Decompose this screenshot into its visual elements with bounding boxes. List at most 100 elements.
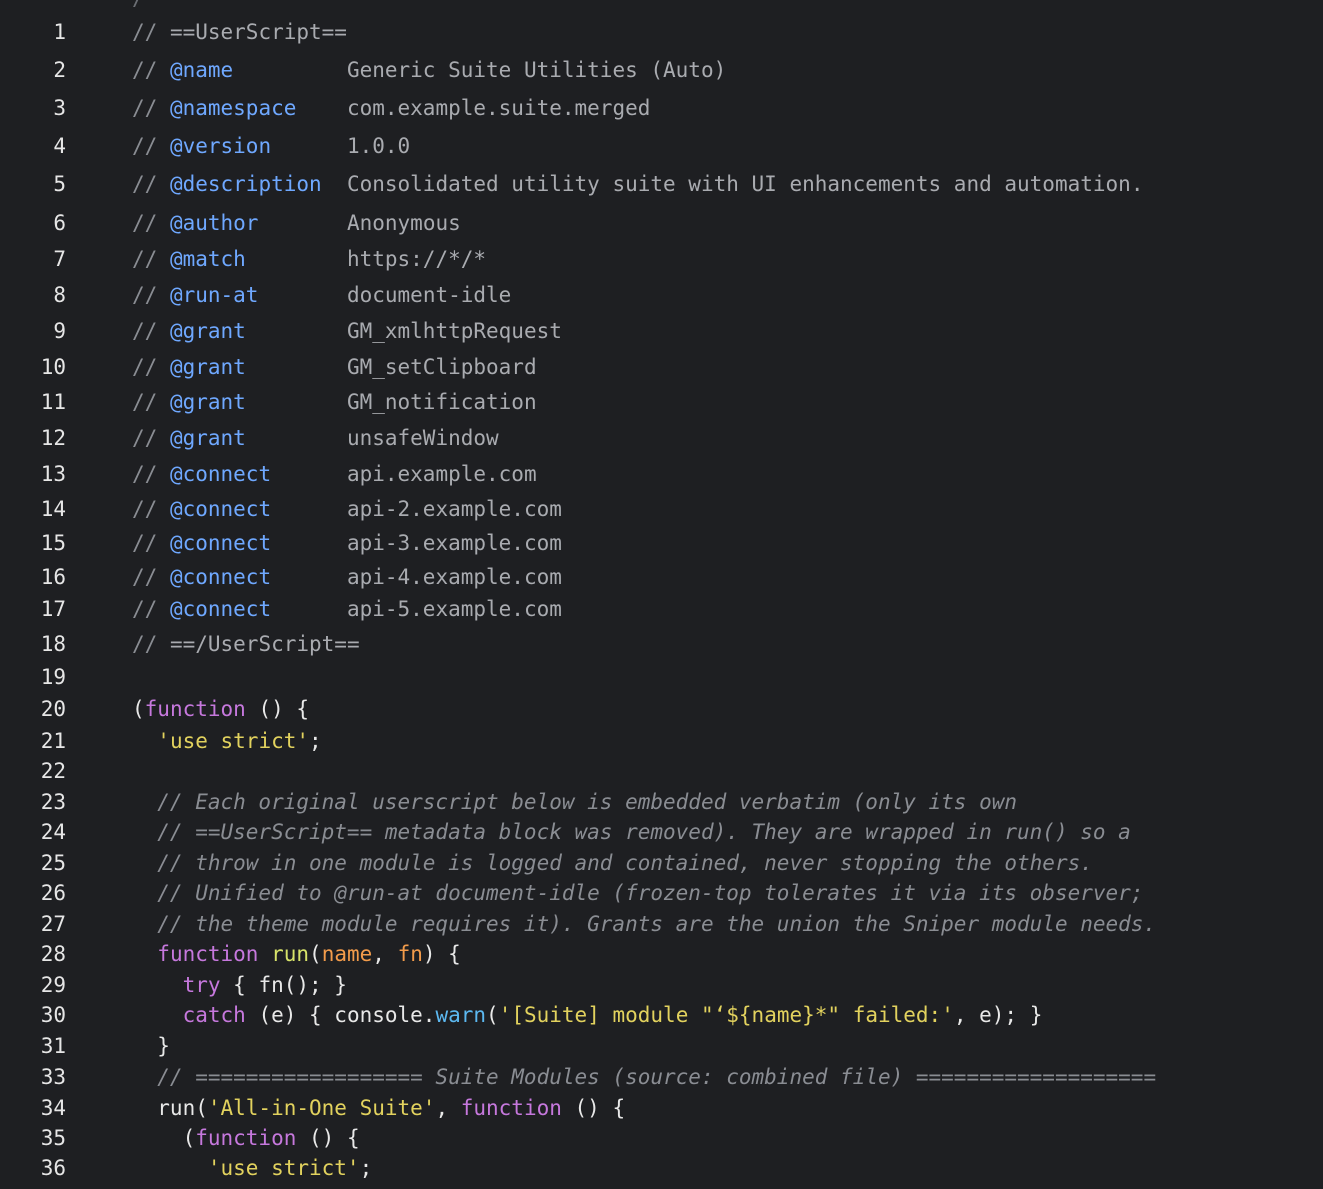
code-editor[interactable]: /** 1 // ==UserScript== 2 // @name Generic … (0, 0, 1323, 1189)
line-code: // @description Consolidated utility sui… (132, 172, 1143, 196)
line-code: // @grant GM_xmlhttpRequest (132, 319, 562, 343)
code-token: ) { (422, 942, 461, 966)
code-token: { fn(); } (220, 973, 347, 997)
code-line[interactable]: 24 // ==UserScript== metadata block was … (0, 820, 1323, 852)
partial-line-top: /** (132, 0, 170, 10)
code-line[interactable]: 30 catch (e) { console.warn('[Suite] mod… (0, 1003, 1323, 1035)
code-line[interactable]: 12 // @grant unsafeWindow (0, 426, 1323, 458)
code-token: // (132, 462, 170, 486)
code-line[interactable]: 5 // @description Consolidated utility su… (0, 172, 1323, 204)
line-code: function run(name, fn) { (132, 942, 461, 966)
code-token: // (132, 597, 170, 621)
code-line[interactable]: 11 // @grant GM_notification (0, 390, 1323, 422)
code-line[interactable]: 10 // @grant GM_setClipboard (0, 355, 1323, 387)
code-token: // (132, 211, 170, 235)
code-token: () { (245, 697, 310, 721)
line-code: (function () { (132, 697, 309, 721)
code-line[interactable]: 29 try { fn(); } (0, 973, 1323, 1005)
code-line[interactable]: 14 // @connect api-2.example.com (0, 497, 1323, 529)
code-line[interactable]: 21 'use strict'; (0, 729, 1323, 761)
code-line[interactable]: 25 // throw in one module is logged and … (0, 851, 1323, 883)
line-code: // ==/UserScript== (132, 632, 360, 656)
code-line[interactable]: 15 // @connect api-3.example.com (0, 531, 1323, 563)
code-token: @author (169, 211, 259, 235)
code-line[interactable]: 22 (0, 759, 1323, 791)
code-line[interactable]: 28 function run(name, fn) { (0, 942, 1323, 974)
line-code: catch (e) { console.warn('[Suite] module… (132, 1003, 1043, 1027)
line-number: 22 (40, 759, 66, 783)
code-line[interactable]: 20 (function () { (0, 697, 1323, 729)
code-line[interactable]: 1 // ==UserScript== (0, 20, 1323, 52)
line-code: 'use strict'; (132, 729, 321, 753)
line-code: // @grant GM_setClipboard (132, 355, 537, 379)
line-number: 7 (53, 247, 66, 271)
line-code: // @match https://*/* (132, 247, 486, 271)
code-line[interactable]: 16 // @connect api-4.example.com (0, 565, 1323, 597)
code-token: api-2.example.com (271, 497, 562, 521)
code-token: warn (435, 1003, 487, 1027)
code-token: @connect (169, 497, 272, 521)
code-line[interactable]: 4 // @version 1.0.0 (0, 134, 1323, 166)
code-line[interactable]: 35 (function () { (0, 1126, 1323, 1158)
code-line[interactable]: 6 // @author Anonymous (0, 211, 1323, 243)
code-token: // throw in one module is logged and con… (132, 851, 1093, 875)
code-line[interactable]: 18 // ==/UserScript== (0, 632, 1323, 664)
line-number: 35 (40, 1126, 66, 1150)
code-token: @namespace (169, 96, 297, 120)
line-number: 24 (40, 820, 66, 844)
line-code: // Unified to @run-at document-idle (fro… (132, 881, 1143, 905)
code-token: function (157, 942, 259, 966)
code-token: // Unified to @run-at document-idle (fro… (132, 881, 1144, 905)
code-line[interactable]: 26 // Unified to @run-at document-idle (… (0, 881, 1323, 913)
code-token: , e); } (953, 1003, 1043, 1027)
code-line[interactable]: 7 // @match https://*/* (0, 247, 1323, 279)
code-token: com.example.suite.merged (296, 96, 651, 120)
line-number: 1 (53, 20, 66, 44)
line-code: (function () { (132, 1126, 360, 1150)
line-code: // @connect api.example.com (132, 462, 537, 486)
code-token: try (182, 973, 221, 997)
line-code: } (132, 1034, 170, 1058)
code-line[interactable]: 34 run('All-in-One Suite', function () { (0, 1096, 1323, 1128)
code-token: ( (132, 1126, 196, 1150)
line-code: // throw in one module is logged and con… (132, 851, 1093, 875)
code-line[interactable]: 17 // @connect api-5.example.com (0, 597, 1323, 629)
code-line[interactable]: 9 // @grant GM_xmlhttpRequest (0, 319, 1323, 351)
code-token: fn (397, 942, 423, 966)
code-token: // (132, 247, 170, 271)
code-token: https://*/* (245, 247, 487, 271)
code-token: ; (359, 1156, 373, 1180)
code-line[interactable]: 33 // ================== Suite Modules (… (0, 1065, 1323, 1097)
code-token: // (132, 319, 170, 343)
code-line[interactable]: 36 'use strict'; (0, 1156, 1323, 1188)
line-number: 17 (40, 597, 66, 621)
code-token: ==/UserScript== (169, 632, 360, 656)
code-line[interactable]: 19 (0, 665, 1323, 697)
line-number: 10 (40, 355, 66, 379)
line-code: // @namespace com.example.suite.merged (132, 96, 650, 120)
code-token: @connect (169, 565, 272, 589)
code-token: @connect (169, 462, 272, 486)
code-token: // ==UserScript== metadata block was rem… (132, 820, 1131, 844)
code-token: api.example.com (271, 462, 537, 486)
line-code: // @name Generic Suite Utilities (Auto) (132, 58, 726, 82)
code-line[interactable]: 23 // Each original userscript below is … (0, 790, 1323, 822)
line-code: // @grant GM_notification (132, 390, 537, 414)
line-code: // @connect api-2.example.com (132, 497, 562, 521)
code-token: // (132, 497, 170, 521)
code-token: , (435, 1096, 461, 1120)
line-code: // @run-at document-idle (132, 283, 511, 307)
line-number: 33 (40, 1065, 66, 1089)
code-token: // (132, 390, 170, 414)
code-line[interactable]: 8 // @run-at document-idle (0, 283, 1323, 315)
code-token: (e) { console. (245, 1003, 436, 1027)
code-line[interactable]: 2 // @name Generic Suite Utilities (Auto) (0, 58, 1323, 90)
code-line[interactable]: 3 // @namespace com.example.suite.merged (0, 96, 1323, 128)
line-number: 25 (40, 851, 66, 875)
code-line[interactable]: 31 } (0, 1034, 1323, 1066)
code-line[interactable]: 27 // the theme module requires it). Gra… (0, 912, 1323, 944)
code-token: // (132, 426, 170, 450)
code-line[interactable]: 13 // @connect api.example.com (0, 462, 1323, 494)
